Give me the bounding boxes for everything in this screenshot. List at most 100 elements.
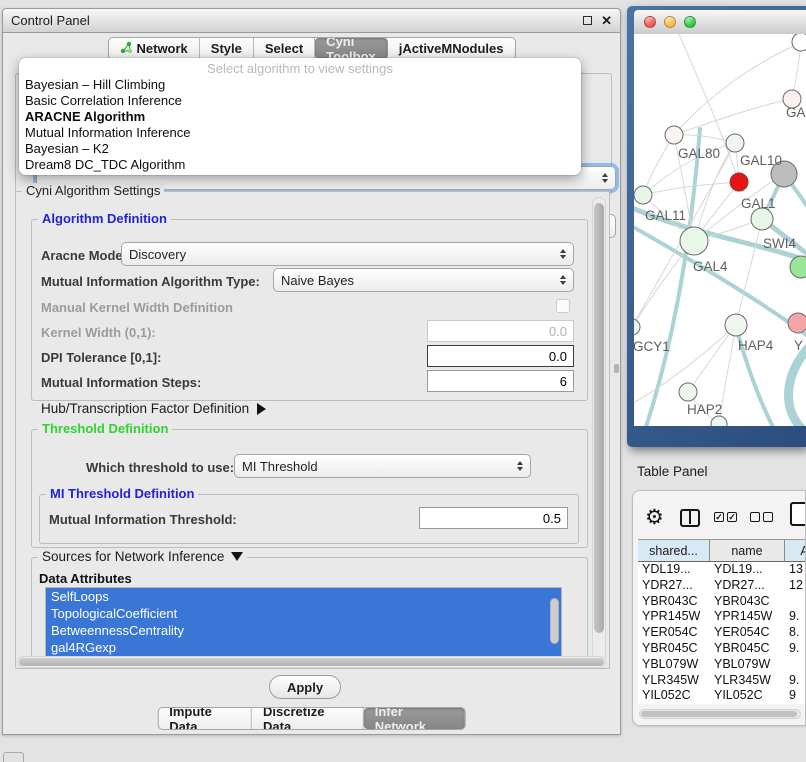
bottom-tab-infer-network[interactable]: Infer Network	[364, 708, 465, 729]
node-label-gal4: GAL4	[693, 259, 728, 274]
collapsed-panel-button[interactable]	[3, 752, 24, 762]
deselect-all-icon[interactable]	[750, 512, 773, 522]
gear-icon[interactable]: ⚙	[645, 507, 664, 528]
tab-select[interactable]: Select	[254, 38, 315, 59]
network-node[interactable]	[788, 313, 806, 333]
dpi-tolerance-field[interactable]	[427, 345, 574, 367]
network-node[interactable]	[665, 126, 683, 144]
table-cell[interactable]: YBL079W	[710, 657, 785, 673]
tab-jactivemnodules[interactable]: jActiveMNodules	[388, 38, 515, 59]
table-cell[interactable]: 9.	[785, 641, 806, 657]
network-edge	[736, 219, 762, 325]
table-cell[interactable]	[785, 657, 806, 673]
table-cell[interactable]: YDR27...	[638, 578, 710, 594]
attributes-list-scrollbar[interactable]	[550, 598, 559, 644]
attribute-list-item[interactable]: gal4RGexp	[46, 639, 561, 656]
network-node[interactable]	[679, 383, 697, 401]
algorithm-option[interactable]: Basic Correlation Inference	[19, 93, 581, 109]
tab-style[interactable]: Style	[200, 38, 254, 59]
bottom-tab-discretize-data[interactable]: Discretize Data	[252, 708, 364, 729]
table-cell[interactable]: 9.	[785, 673, 806, 689]
network-node[interactable]	[726, 134, 744, 152]
columns-icon[interactable]	[680, 509, 700, 527]
table-cell[interactable]: YBR045C	[638, 641, 710, 657]
network-node[interactable]	[790, 256, 806, 278]
tab-network[interactable]: Network	[108, 38, 199, 59]
table-cell[interactable]: 9.	[785, 609, 806, 625]
table-cell[interactable]: YPR145W	[638, 609, 710, 625]
table-cell[interactable]: YBR045C	[710, 641, 785, 657]
column-header-shared...[interactable]: shared...	[638, 539, 710, 562]
table-cell[interactable]: 9	[785, 688, 806, 704]
mi-type-label: Mutual Information Algorithm Type:	[41, 274, 260, 289]
which-threshold-combo[interactable]: MI Threshold	[234, 454, 531, 478]
algorithm-option[interactable]: ARACNE Algorithm	[19, 109, 581, 125]
network-edge	[643, 182, 739, 195]
network-node[interactable]	[730, 173, 748, 191]
table-cell[interactable]: YBL079W	[638, 657, 710, 673]
kernel-width-field[interactable]	[427, 320, 574, 342]
settings-vertical-scrollbar[interactable]	[592, 197, 606, 663]
tab-cyni-toolbox[interactable]: Cyni Toolbox	[315, 38, 388, 59]
table-cell[interactable]: YDL19...	[710, 562, 785, 578]
manual-kernel-checkbox[interactable]	[556, 299, 570, 313]
table-cell[interactable]: YDR27...	[710, 578, 785, 594]
zoom-light[interactable]	[684, 16, 696, 28]
algorithm-option[interactable]: Mutual Information Inference	[19, 125, 581, 141]
mi-threshold-title: MI Threshold Definition	[46, 486, 198, 501]
bottom-tab-impute-data[interactable]: Impute Data	[158, 708, 252, 729]
table-cell[interactable]: YPR145W	[710, 609, 785, 625]
network-node[interactable]	[680, 227, 708, 255]
threshold-definition-title: Threshold Definition	[38, 421, 172, 436]
network-edge	[646, 129, 700, 426]
network-node[interactable]	[634, 319, 640, 335]
control-panel-titlebar: Control Panel ✕	[3, 9, 620, 33]
table-cell[interactable]: YBR043C	[710, 594, 785, 610]
tab-label: Discretize Data	[263, 707, 352, 730]
hub-definition-toggle[interactable]: Hub/Transcription Factor Definition	[41, 401, 266, 416]
table-cell[interactable]: 13	[785, 562, 806, 578]
close-window-icon[interactable]: ✕	[601, 16, 612, 25]
table-cell[interactable]: YER054C	[638, 625, 710, 641]
table-cell[interactable]: 8.	[785, 625, 806, 641]
mi-steps-field[interactable]	[427, 370, 574, 392]
network-node[interactable]	[725, 314, 747, 336]
settings-horizontal-scrollbar[interactable]	[17, 656, 606, 668]
algorithm-option[interactable]: Bayesian – K2	[19, 141, 581, 157]
attribute-list-item[interactable]: SelfLoops	[46, 588, 561, 605]
table-cell[interactable]: YLR345W	[638, 673, 710, 689]
apply-button[interactable]: Apply	[269, 675, 341, 699]
mi-type-combo[interactable]: Naive Bayes	[273, 268, 574, 292]
table-cell[interactable]: YIL052C	[710, 688, 785, 704]
table-cell[interactable]: YLR345W	[710, 673, 785, 689]
algorithm-option[interactable]: Dream8 DC_TDC Algorithm	[19, 157, 581, 173]
control-panel-window: Control Panel ✕ NetworkStyleSelectCyni T…	[2, 8, 621, 735]
table-cell[interactable]: YIL052C	[638, 688, 710, 704]
table-cell[interactable]: 12	[785, 578, 806, 594]
network-node[interactable]	[634, 186, 652, 204]
network-node[interactable]	[751, 208, 773, 230]
attribute-list-item[interactable]: BetweennessCentrality	[46, 622, 561, 639]
split-pane-divider[interactable]	[614, 364, 619, 373]
aracne-mode-combo[interactable]: Discovery	[121, 242, 574, 266]
minimize-light[interactable]	[664, 16, 676, 28]
mi-threshold-field[interactable]	[419, 507, 568, 529]
network-node[interactable]	[792, 34, 806, 51]
float-window-icon[interactable]	[583, 16, 592, 25]
table-icon[interactable]	[790, 502, 806, 526]
close-light[interactable]	[644, 16, 656, 28]
table-cell[interactable]: YER054C	[710, 625, 785, 641]
table-horizontal-scrollbar[interactable]	[639, 709, 801, 719]
table-cell[interactable]: YDL19...	[638, 562, 710, 578]
sources-toggle[interactable]: Sources for Network Inference	[38, 549, 247, 564]
table-cell[interactable]: YBR043C	[638, 594, 710, 610]
algorithm-option[interactable]: Bayesian – Hill Climbing	[19, 77, 581, 93]
tab-label: Infer Network	[375, 707, 454, 730]
column-header-A[interactable]: A	[785, 539, 806, 562]
select-all-icon[interactable]: ✓✓	[714, 512, 737, 522]
network-canvas[interactable]: GAL80GAL10GALGAL1GAL11GAL4SWI4GCY1HAP4YH…	[634, 34, 806, 426]
network-node[interactable]	[711, 416, 727, 426]
table-cell[interactable]	[785, 594, 806, 610]
attribute-list-item[interactable]: TopologicalCoefficient	[46, 605, 561, 622]
column-header-name[interactable]: name	[710, 539, 785, 562]
